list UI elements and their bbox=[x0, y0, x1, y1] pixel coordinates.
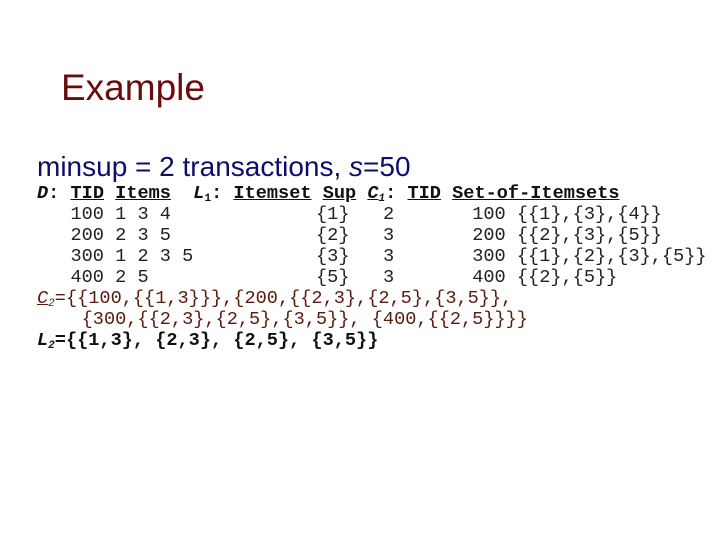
c2-value-line1: ={{100,{{1,3}}},{200,{{2,3},{2,5},{3,5}}… bbox=[54, 288, 513, 309]
row-items: 1 3 4 bbox=[115, 204, 316, 225]
d-label: D bbox=[37, 183, 49, 204]
colon: : bbox=[385, 183, 397, 204]
l2-line: L2={{1,3}, {2,3}, {2,5}, {3,5}} bbox=[37, 330, 378, 357]
row-tid2: 200 bbox=[472, 225, 506, 246]
row-sup: 3 bbox=[382, 246, 473, 267]
l2-value: ={{1,3}, {2,3}, {2,5}, {3,5}} bbox=[54, 330, 379, 351]
row-sets: {{1},{3},{4}} bbox=[516, 204, 662, 225]
row-sup: 3 bbox=[382, 225, 473, 246]
l2-letter: L bbox=[37, 330, 49, 351]
l2-label: L2 bbox=[37, 330, 55, 352]
table-row: 200 2 3 5 {2} 3 200 {{2},{3},{5}} bbox=[37, 225, 662, 246]
row-items: 1 2 3 5 bbox=[115, 246, 316, 267]
row-tid2: 100 bbox=[472, 204, 506, 225]
table-row: 400 2 5 {5} 3 400 {{2},{5}} bbox=[37, 267, 617, 288]
row-tid: 200 bbox=[70, 225, 104, 246]
slide-title: Example bbox=[61, 67, 205, 108]
c2-line2: {300,{{2,3},{2,5},{3,5}}, {400,{{2,5}}}} bbox=[37, 309, 528, 330]
header-set-of-itemsets: Set-of-Itemsets bbox=[452, 183, 620, 204]
c2-value-line2: {300,{{2,3},{2,5},{3,5}}, {400,{{2,5}}}} bbox=[81, 309, 528, 330]
colon: : bbox=[211, 183, 223, 204]
row-sup: 3 bbox=[382, 267, 473, 288]
row-tid2: 400 bbox=[472, 267, 506, 288]
table-row: 300 1 2 3 5 {3} 3 300 {{1},{2},{3},{5}} bbox=[37, 246, 707, 267]
header-tid: TID bbox=[70, 183, 104, 204]
row-tid: 400 bbox=[70, 267, 104, 288]
colon: : bbox=[48, 183, 60, 204]
l2-sub: 2 bbox=[48, 340, 55, 352]
row-itemset: {3} bbox=[316, 246, 383, 267]
header-items: Items bbox=[115, 183, 171, 204]
c1-label: C1 bbox=[367, 183, 385, 205]
subtitle-suffix: =50 bbox=[363, 151, 411, 182]
row-sets: {{1},{2},{3},{5}} bbox=[516, 246, 707, 267]
c2-letter: C bbox=[37, 288, 49, 309]
row-sets: {{2},{5}} bbox=[516, 267, 618, 288]
row-tid2: 300 bbox=[472, 246, 506, 267]
header-sup: Sup bbox=[322, 183, 357, 204]
row-sets: {{2},{3},{5}} bbox=[516, 225, 662, 246]
c2-label: C2 bbox=[37, 288, 55, 310]
header-tid2: TID bbox=[407, 183, 441, 204]
header-itemset: Itemset bbox=[233, 183, 312, 204]
subtitle-prefix: minsup = 2 transactions, bbox=[37, 151, 350, 182]
l1-label: L bbox=[193, 183, 205, 204]
row-itemset: {5} bbox=[316, 267, 383, 288]
table-row: 100 1 3 4 {1} 2 100 {{1},{3},{4}} bbox=[37, 204, 662, 225]
row-tid: 300 bbox=[70, 246, 104, 267]
slide-subtitle: minsup = 2 transactions, s=50 bbox=[37, 151, 411, 183]
row-sup: 2 bbox=[382, 204, 473, 225]
subtitle-var: s bbox=[349, 151, 364, 182]
row-itemset: {1} bbox=[316, 204, 383, 225]
c1-letter: C bbox=[367, 183, 379, 204]
row-itemset: {2} bbox=[316, 225, 383, 246]
row-items: 2 3 5 bbox=[115, 225, 316, 246]
row-items: 2 5 bbox=[115, 267, 316, 288]
row-tid: 100 bbox=[70, 204, 104, 225]
